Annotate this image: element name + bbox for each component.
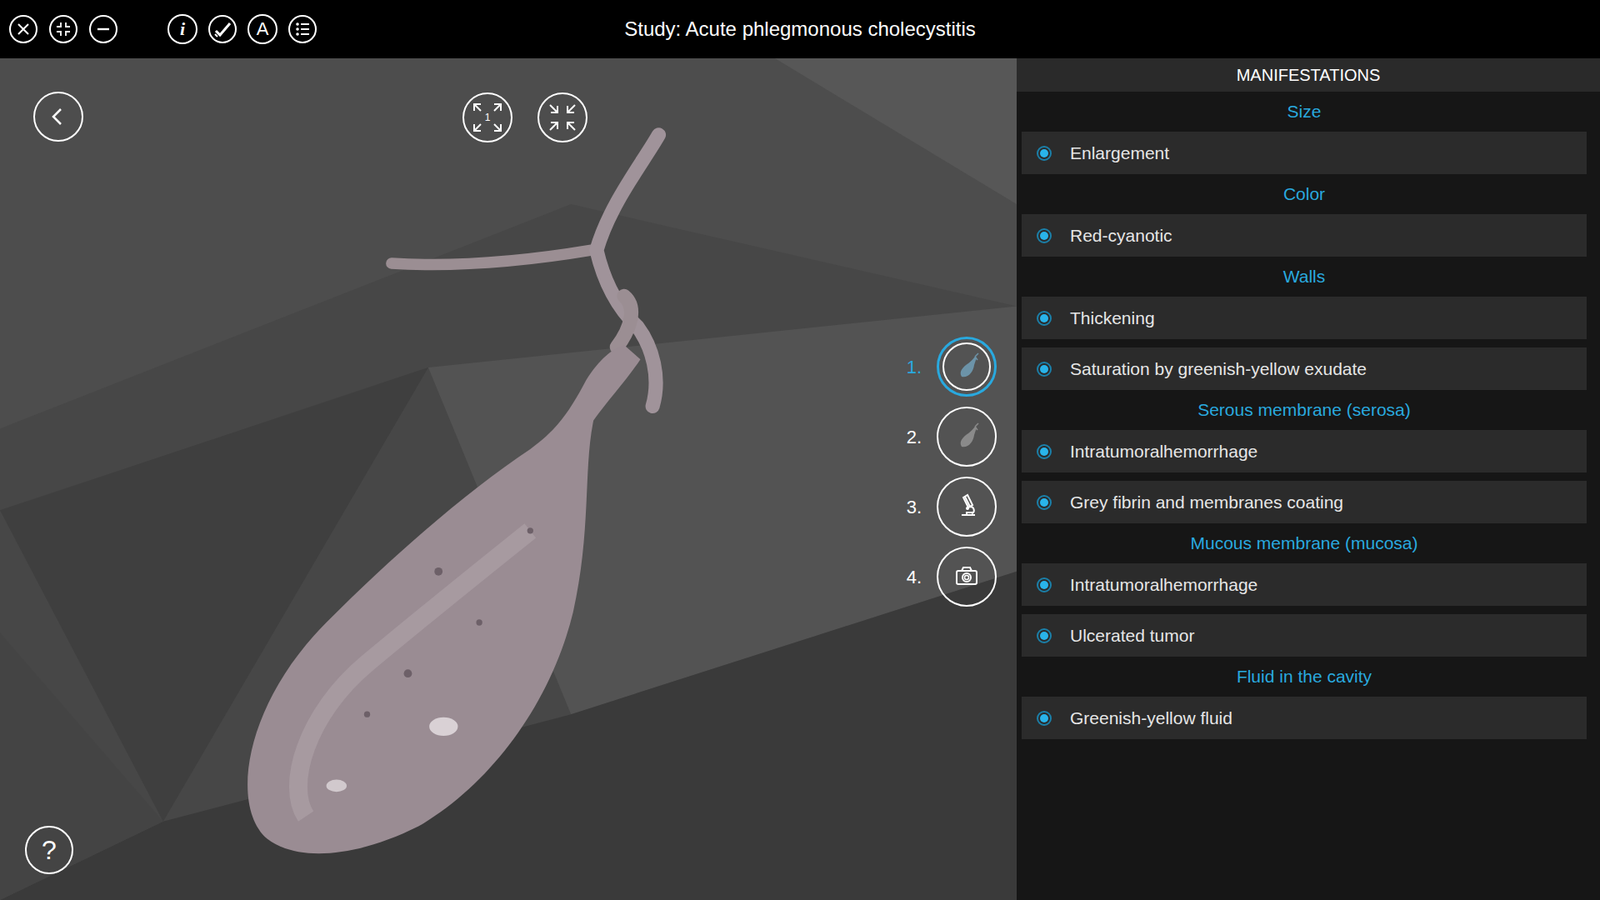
manifestation-row[interactable]: Intratumoralhemorrhage (1021, 430, 1587, 473)
manifestation-label: Red-cyanotic (1070, 222, 1173, 250)
back-arrow-icon (48, 106, 69, 127)
help-glyph: ? (41, 836, 57, 864)
step-list: 1. 2. 3. 4. (891, 336, 997, 607)
panel-title: MANIFESTATIONS (1236, 62, 1381, 88)
section-title: Size (1287, 98, 1322, 125)
microscope-icon (950, 490, 984, 524)
step-button[interactable] (936, 546, 997, 607)
back-button[interactable] (33, 91, 84, 142)
section-title: Walls (1283, 263, 1326, 290)
manifestation-label: Ulcerated tumor (1070, 622, 1195, 650)
section-heading: Walls (1021, 256, 1587, 297)
check-dot[interactable] (1036, 145, 1052, 161)
step-button[interactable] (936, 406, 997, 467)
section-title: Fluid in the cavity (1236, 663, 1372, 690)
step-button[interactable] (936, 336, 997, 397)
minimize-button[interactable] (88, 14, 119, 45)
section-title: Color (1283, 180, 1325, 208)
main-area: 1 1. 2. 3. 4.? MANIFESTATIONS Size Enlargement C… (0, 58, 1600, 900)
manifestation-row[interactable]: Saturation by greenish-yellow exudate (1021, 347, 1587, 390)
section-heading: Serous membrane (serosa) (1021, 390, 1587, 430)
check-dot[interactable] (1036, 310, 1052, 326)
manifestations-panel: MANIFESTATIONS Size Enlargement Color Red-cy… (1016, 58, 1600, 900)
collapse-icon (48, 14, 79, 45)
manifestation-label: Saturation by greenish-yellow exudate (1070, 355, 1367, 383)
check-dot[interactable] (1036, 628, 1052, 644)
step-item[interactable]: 4. (891, 546, 997, 607)
panel-header: MANIFESTATIONS (1016, 58, 1600, 92)
section-heading: Fluid in the cavity (1021, 656, 1587, 697)
brush-button[interactable] (207, 14, 238, 45)
section-title: Serous membrane (serosa) (1197, 396, 1411, 424)
info-button[interactable]: i (167, 14, 198, 45)
manifestation-row[interactable]: Ulcerated tumor (1021, 614, 1587, 657)
section-title: Mucous membrane (mucosa) (1190, 530, 1418, 557)
manifestation-label: Intratumoralhemorrhage (1070, 438, 1258, 465)
gallbladder-model-icon[interactable] (0, 58, 1017, 900)
info-glyph: i (180, 20, 185, 39)
reset-view-button[interactable] (537, 92, 588, 143)
model-viewer[interactable]: 1 1. 2. 3. 4.? (0, 58, 1017, 900)
manifestation-label: Intratumoralhemorrhage (1070, 571, 1258, 599)
brush-icon (207, 14, 238, 45)
manifestation-label: Grey fibrin and membranes coating (1070, 489, 1344, 516)
check-dot[interactable] (1036, 444, 1052, 460)
top-bar: iAStudy: Acute phlegmonous cholecystitis (0, 0, 1600, 59)
font-button[interactable]: A (247, 14, 278, 45)
minimize-icon (88, 14, 119, 45)
gallbladder-icon (950, 350, 984, 384)
step-number: 1. (891, 353, 922, 381)
collapse-button[interactable] (48, 14, 79, 45)
manifestation-row[interactable]: Intratumoralhemorrhage (1021, 563, 1587, 606)
manifestation-label: Enlargement (1070, 140, 1170, 167)
step-number: 2. (891, 423, 922, 451)
list-icon (287, 14, 318, 45)
fit-view-number: 1 (485, 112, 491, 123)
toolbar: iA (0, 14, 611, 45)
check-dot[interactable] (1036, 228, 1052, 244)
manifestation-row[interactable]: Greenish-yellow fluid (1021, 696, 1587, 740)
manifestation-label: Thickening (1070, 305, 1155, 332)
step-item[interactable]: 2. (891, 406, 997, 467)
font-glyph: A (256, 20, 270, 39)
section-heading: Size (1021, 91, 1587, 132)
step-button[interactable] (936, 476, 997, 537)
check-dot[interactable] (1036, 361, 1052, 377)
section-heading: Color (1021, 174, 1587, 215)
check-dot[interactable] (1036, 495, 1052, 510)
close-icon (8, 14, 39, 45)
manifestation-row[interactable]: Enlargement (1021, 131, 1587, 175)
section-heading: Mucous membrane (mucosa) (1021, 523, 1587, 564)
fit-view-button[interactable]: 1 (462, 92, 513, 143)
close-button[interactable] (8, 14, 39, 45)
manifestation-row[interactable]: Grey fibrin and membranes coating (1021, 480, 1587, 524)
step-item[interactable]: 1. (891, 336, 997, 397)
list-button[interactable] (287, 14, 318, 45)
gallbladder-icon (950, 420, 984, 454)
manifestation-row[interactable]: Thickening (1021, 296, 1587, 340)
manifestation-label: Greenish-yellow fluid (1070, 705, 1233, 732)
shrink-icon (542, 97, 583, 138)
step-item[interactable]: 3. (891, 476, 997, 537)
step-number: 3. (891, 493, 922, 521)
step-number: 4. (891, 563, 922, 591)
help-button[interactable]: ? (25, 825, 74, 875)
manifestation-row[interactable]: Red-cyanotic (1021, 214, 1587, 257)
window-title: Study: Acute phlegmonous cholecystitis (610, 14, 990, 45)
camera-icon (950, 560, 984, 594)
check-dot[interactable] (1036, 577, 1052, 593)
check-dot[interactable] (1036, 710, 1052, 726)
